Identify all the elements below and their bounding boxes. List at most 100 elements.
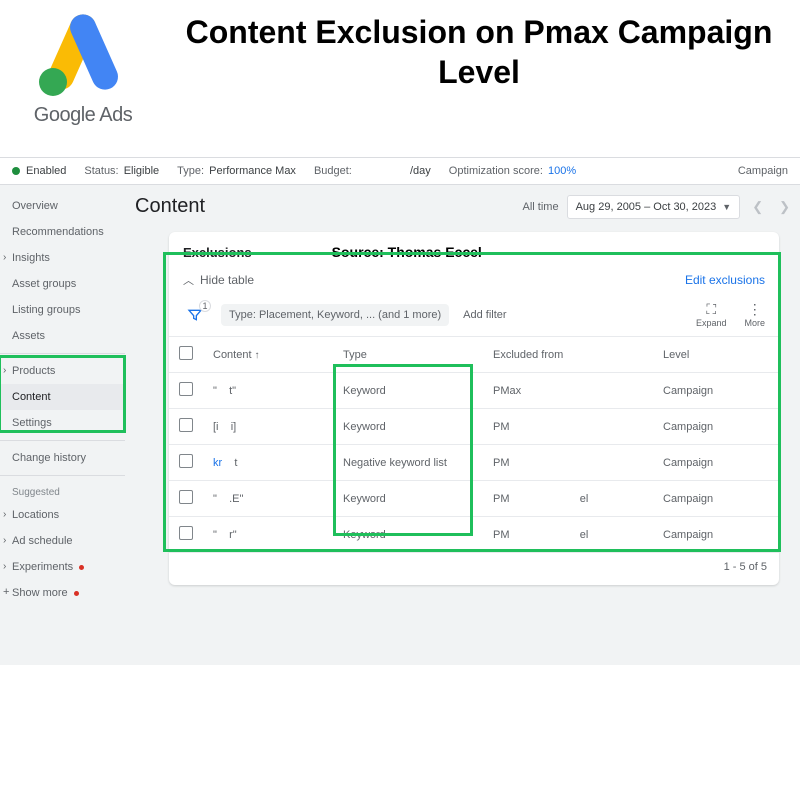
sidebar-item-asset-groups[interactable]: Asset groups: [0, 271, 125, 297]
row-checkbox[interactable]: [179, 454, 193, 468]
hide-table-label: Hide table: [200, 273, 254, 287]
sidebar-item-overview[interactable]: Overview: [0, 193, 125, 219]
filter-chip[interactable]: Type: Placement, Keyword, ... (and 1 mor…: [221, 304, 449, 326]
status-enabled-label: Enabled: [26, 165, 66, 177]
row-checkbox[interactable]: [179, 490, 193, 504]
exclusions-table: Content↑ Type Excluded from Level " t" K…: [169, 336, 779, 552]
status-optimization: Optimization score: 100%: [449, 165, 576, 177]
sidebar-item-listing-groups[interactable]: Listing groups: [0, 297, 125, 323]
sidebar-item-products[interactable]: Products: [0, 358, 125, 384]
next-arrow-icon[interactable]: ❯: [775, 195, 794, 219]
sidebar-item-locations[interactable]: Locations: [0, 502, 125, 528]
more-button[interactable]: ⋮ More: [744, 302, 765, 328]
sidebar-item-insights[interactable]: Insights: [0, 245, 125, 271]
row-checkbox[interactable]: [179, 526, 193, 540]
edit-exclusions-link[interactable]: Edit exclusions: [685, 273, 765, 287]
select-all-checkbox[interactable]: [179, 346, 193, 360]
status-dot-icon: [12, 167, 20, 175]
cell-level: Campaign: [653, 409, 779, 445]
cell-type: Keyword: [333, 373, 483, 409]
status-enabled[interactable]: Enabled: [12, 165, 66, 177]
expand-icon: ⛶: [706, 302, 716, 316]
sidebar-item-assets[interactable]: Assets: [0, 323, 125, 349]
content-column: Content All time Aug 29, 2005 – Oct 30, …: [125, 185, 800, 665]
row-checkbox[interactable]: [179, 382, 193, 396]
cell-content: [i i]: [203, 409, 333, 445]
sidebar-item-show-more[interactable]: Show more: [0, 580, 125, 606]
sidebar: Overview Recommendations Insights Asset …: [0, 185, 125, 665]
chevron-up-icon: ︿: [183, 272, 194, 288]
date-range-button[interactable]: Aug 29, 2005 – Oct 30, 2023 ▼: [567, 195, 741, 219]
notification-dot-icon: [79, 565, 84, 570]
main-area: Overview Recommendations Insights Asset …: [0, 185, 800, 665]
all-time-label: All time: [523, 201, 559, 213]
date-range-text: Aug 29, 2005 – Oct 30, 2023: [576, 201, 717, 213]
sort-arrow-icon: ↑: [255, 350, 260, 361]
cell-level: Campaign: [653, 445, 779, 481]
filter-row: 1 Type: Placement, Keyword, ... (and 1 m…: [169, 296, 779, 336]
filter-count-badge: 1: [199, 300, 211, 312]
card-title: Exclusions: [183, 245, 252, 260]
notification-dot-icon: [74, 591, 79, 596]
table-row: " t" Keyword PMax Campaign: [169, 373, 779, 409]
more-icon: ⋮: [748, 302, 762, 316]
logo-column: Google Ads: [18, 10, 148, 127]
table-header-row: Content↑ Type Excluded from Level: [169, 337, 779, 373]
status-bar: Enabled Status: Eligible Type: Performan…: [0, 157, 800, 185]
cell-content: kr t: [203, 445, 333, 481]
cell-type: Keyword: [333, 409, 483, 445]
cell-level: Campaign: [653, 517, 779, 553]
cell-excluded: PM: [483, 445, 653, 481]
prev-arrow-icon[interactable]: ❮: [748, 195, 767, 219]
cell-level: Campaign: [653, 481, 779, 517]
sidebar-item-change-history[interactable]: Change history: [0, 445, 125, 471]
sidebar-suggested-label: Suggested: [0, 480, 125, 502]
main-wrap: Overview Recommendations Insights Asset …: [0, 185, 800, 665]
col-level[interactable]: Level: [653, 337, 779, 373]
cell-type: Negative keyword list: [333, 445, 483, 481]
sidebar-item-recommendations[interactable]: Recommendations: [0, 219, 125, 245]
table-row: kr t Negative keyword list PM Campaign: [169, 445, 779, 481]
status-type: Type: Performance Max: [177, 165, 296, 177]
google-ads-logo-icon: [33, 10, 133, 100]
table-pager: 1 - 5 of 5: [169, 552, 779, 581]
hide-table-toggle[interactable]: ︿ Hide table: [183, 272, 254, 288]
cell-type: Keyword: [333, 481, 483, 517]
cell-excluded: PMax: [483, 373, 653, 409]
cell-content: " .E": [203, 481, 333, 517]
row-checkbox[interactable]: [179, 418, 193, 432]
header-block: Google Ads Content Exclusion on Pmax Cam…: [0, 0, 800, 157]
exclusions-card: Exclusions Source: Thomas Eccel ︿ Hide t…: [169, 232, 779, 585]
caret-down-icon: ▼: [722, 202, 731, 212]
cell-excluded: PM el: [483, 517, 653, 553]
col-excluded[interactable]: Excluded from: [483, 337, 653, 373]
cell-level: Campaign: [653, 373, 779, 409]
add-filter-button[interactable]: Add filter: [463, 309, 506, 321]
google-ads-text: Google Ads: [34, 104, 132, 127]
filter-funnel-icon[interactable]: 1: [183, 303, 207, 327]
expand-button[interactable]: ⛶ Expand: [696, 302, 727, 328]
cell-type: Keyword: [333, 517, 483, 553]
cell-excluded: PM el: [483, 481, 653, 517]
sidebar-separator: [0, 353, 125, 354]
status-right-label[interactable]: Campaign: [738, 165, 788, 177]
row-content-link[interactable]: kr: [213, 457, 222, 469]
col-type[interactable]: Type: [333, 337, 483, 373]
date-controls: All time Aug 29, 2005 – Oct 30, 2023 ▼ ❮…: [523, 195, 794, 219]
col-content[interactable]: Content↑: [203, 337, 333, 373]
sidebar-item-experiments[interactable]: Experiments: [0, 554, 125, 580]
table-row: [i i] Keyword PM Campaign: [169, 409, 779, 445]
table-row: " r" Keyword PM el Campaign: [169, 517, 779, 553]
cell-excluded: PM: [483, 409, 653, 445]
sidebar-item-content[interactable]: Content: [0, 384, 125, 410]
page-title: Content Exclusion on Pmax Campaign Level: [168, 12, 790, 92]
status-budget: Budget: /day: [314, 165, 431, 177]
sidebar-item-settings[interactable]: Settings: [0, 410, 125, 436]
status-status: Status: Eligible: [84, 165, 159, 177]
sidebar-separator: [0, 475, 125, 476]
cell-content: " t": [203, 373, 333, 409]
source-note: Source: Thomas Eccel: [332, 244, 482, 260]
sidebar-item-ad-schedule[interactable]: Ad schedule: [0, 528, 125, 554]
table-row: " .E" Keyword PM el Campaign: [169, 481, 779, 517]
cell-content: " r": [203, 517, 333, 553]
